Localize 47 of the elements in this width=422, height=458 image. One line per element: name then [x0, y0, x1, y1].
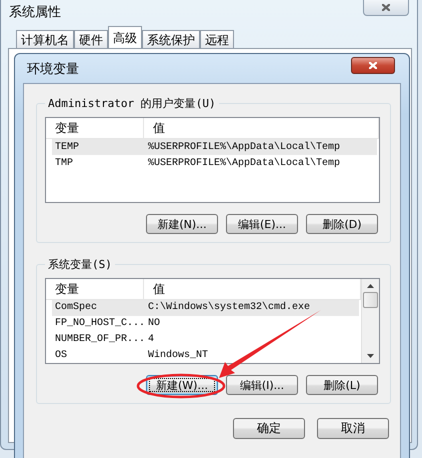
dialog-button[interactable]: 新建(N)... — [146, 214, 218, 234]
group-label: 系统变量(S) — [47, 257, 113, 272]
dialog-button[interactable]: 取消 — [317, 418, 389, 439]
variable-name: OS — [54, 350, 68, 361]
scroll-up-icon[interactable] — [367, 284, 374, 288]
close-icon — [382, 4, 390, 10]
variable-name: ComSpec — [54, 302, 98, 314]
column-header[interactable]: 变量 — [46, 279, 144, 299]
group-label: Administrator 的用户变量(U) — [47, 96, 217, 111]
variable-value: 4 — [148, 334, 156, 345]
column-header[interactable]: 变量 — [46, 118, 144, 138]
tab[interactable]: 系统保护 — [142, 30, 200, 48]
variable-list[interactable]: 变量 值 TEMP %USERPROFILE%\AppData\Local\Temp TMP %USERPROFILE%\AppData\Local\Temp — [45, 117, 380, 203]
scrollbar[interactable] — [361, 279, 379, 363]
variable-value: %USERPROFILE%\AppData\Local\Temp — [148, 158, 342, 168]
dialog-button[interactable]: 确定 — [233, 418, 305, 439]
dialog-button[interactable]: 编辑(I)... — [226, 375, 298, 395]
tab[interactable]: 计算机名 — [16, 30, 74, 48]
variable-value: %USERPROFILE%\AppData\Local\Temp — [148, 142, 342, 152]
variable-name: FP_NO_HOST_C... — [54, 318, 146, 329]
tab[interactable]: 硬件 — [74, 30, 108, 48]
scroll-thumb[interactable] — [363, 292, 378, 308]
variable-name: NUMBER_OF_PR... — [54, 334, 146, 345]
variable-value: C:\Windows\system32\cmd.exe — [148, 302, 312, 314]
variable-value: Windows_NT — [148, 350, 210, 361]
dialog-button[interactable]: 删除(L) — [306, 375, 378, 395]
variable-row[interactable]: OS Windows_NT — [52, 347, 359, 363]
column-header[interactable]: 值 — [144, 118, 379, 138]
scroll-down-icon[interactable] — [367, 354, 374, 358]
close-button[interactable] — [363, 0, 409, 16]
variable-row[interactable]: FP_NO_HOST_C... NO — [52, 316, 359, 332]
dialog-button[interactable]: 删除(D) — [306, 214, 378, 234]
variable-row[interactable]: ComSpec C:\Windows\system32\cmd.exe — [52, 300, 359, 316]
variable-name: TEMP — [54, 142, 80, 152]
variable-row[interactable]: TMP %USERPROFILE%\AppData\Local\Temp — [52, 155, 377, 171]
variable-row[interactable]: TEMP %USERPROFILE%\AppData\Local\Temp — [52, 139, 377, 155]
variable-list[interactable]: 变量 值 ComSpec C:\Windows\system32\cmd.exe FP_NO_HOST_C... NO NUMBER_OF_PR... 4 OS Windows_NT — [45, 278, 380, 364]
dialog-button[interactable]: 编辑(E)... — [226, 214, 298, 234]
variable-row[interactable]: NUMBER_OF_PR... 4 — [52, 331, 359, 348]
variable-value: NO — [148, 318, 162, 329]
dialog-title: 环境变量 — [27, 60, 79, 78]
variable-name: TMP — [54, 158, 74, 168]
window-title: 系统属性 — [9, 4, 61, 21]
close-icon — [369, 62, 377, 69]
close-button[interactable] — [351, 57, 395, 74]
tab[interactable]: 高级 — [108, 26, 142, 48]
tab[interactable]: 远程 — [200, 30, 234, 48]
